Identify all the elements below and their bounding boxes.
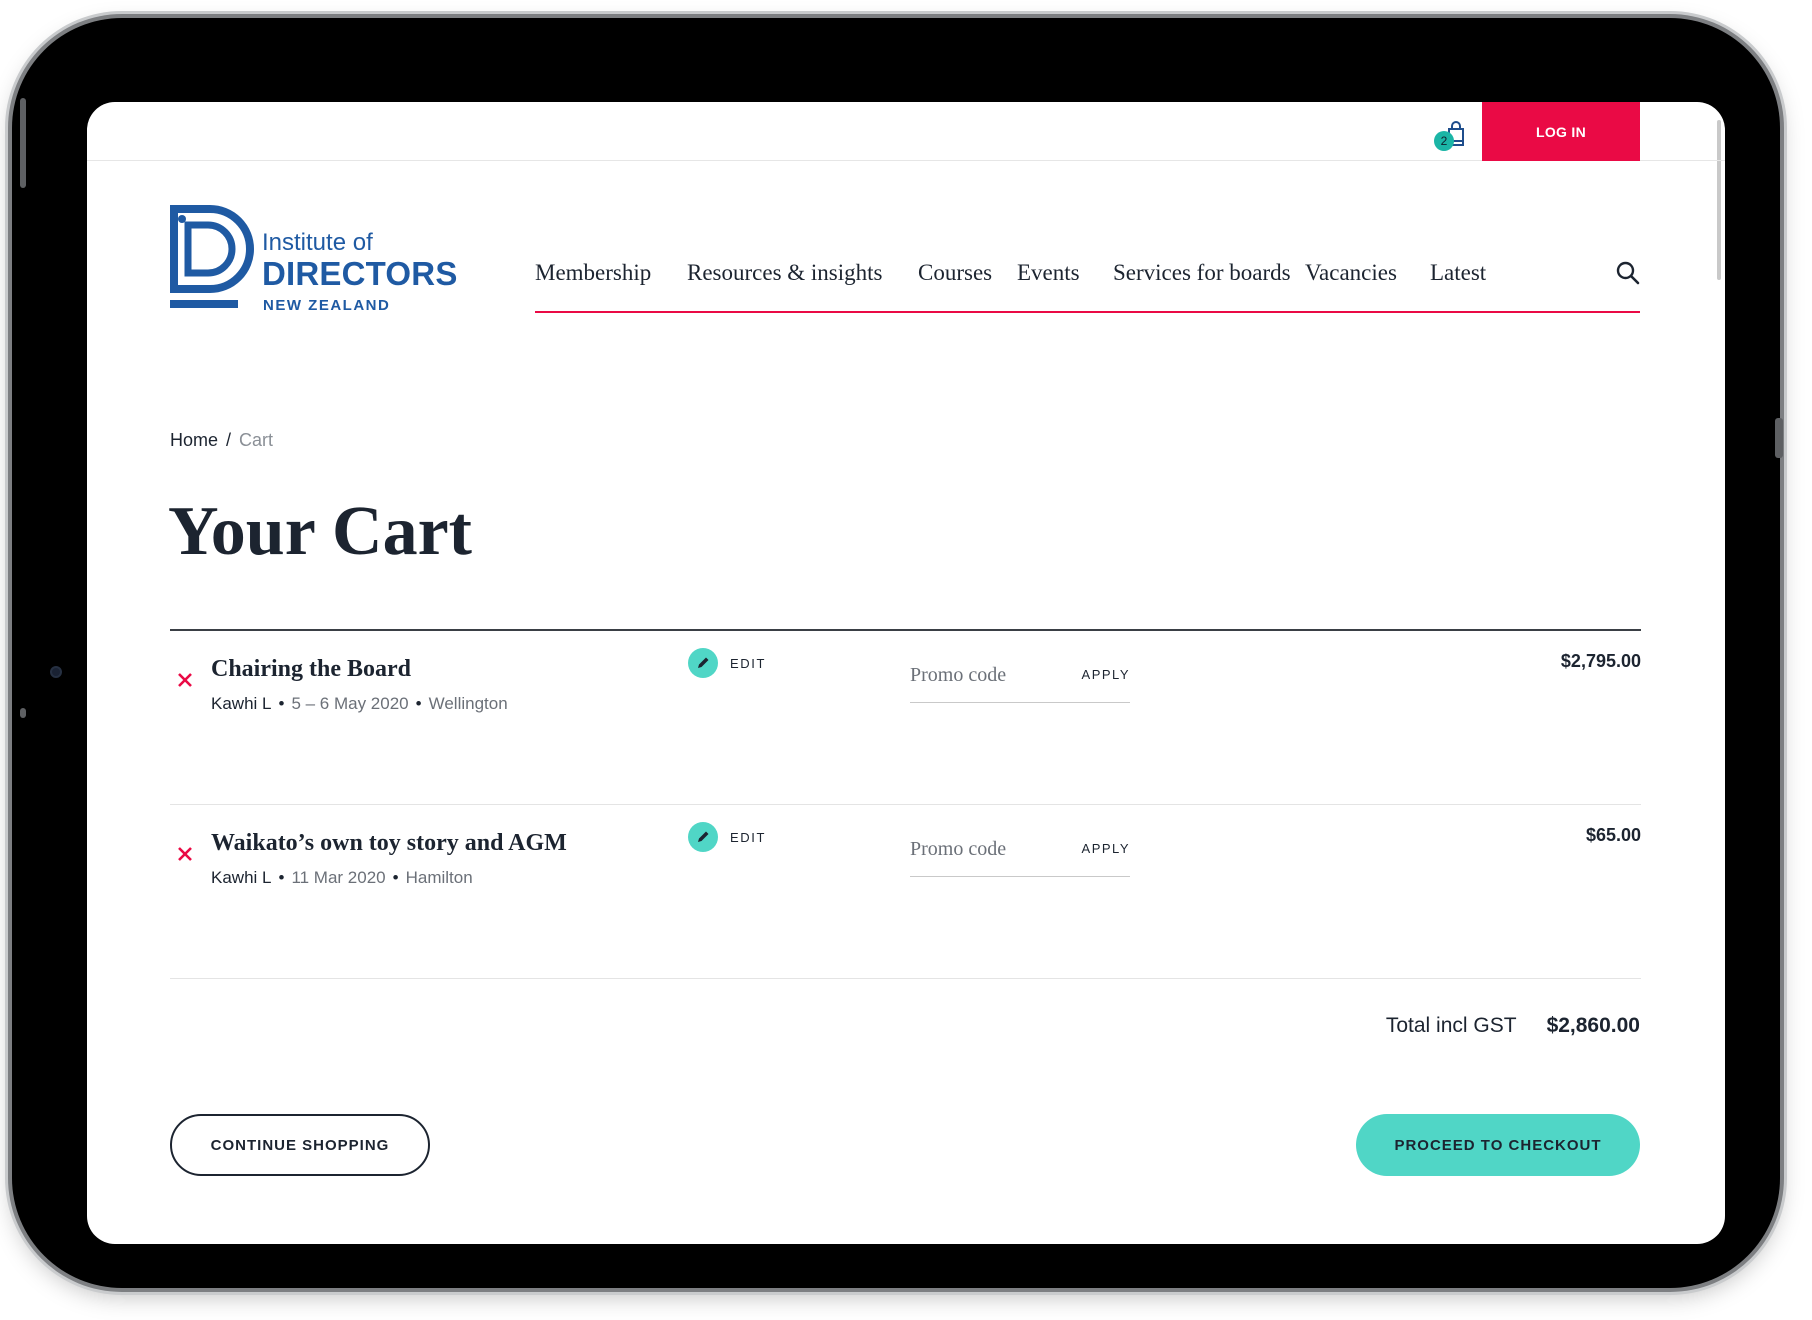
edit-button[interactable]: EDIT (688, 821, 766, 853)
cart-item-meta: Kawhi L • 11 Mar 2020 • Hamilton (211, 868, 473, 888)
cart-item-location: Wellington (428, 694, 508, 713)
breadcrumb-separator: / (226, 430, 232, 450)
promo-code-input[interactable] (910, 829, 1060, 869)
cart-item-title[interactable]: Chairing the Board (211, 656, 411, 683)
directors-logo-mark (170, 205, 254, 308)
cart-item-meta: Kawhi L • 5 – 6 May 2020 • Wellington (211, 694, 508, 714)
breadcrumb: Home / Cart (170, 430, 273, 451)
pencil-icon (688, 648, 718, 678)
login-button[interactable]: LOG IN (1482, 102, 1640, 161)
cart-item-price: $65.00 (1585, 825, 1641, 845)
meta-separator-dot: • (278, 868, 285, 887)
meta-separator-dot: • (415, 694, 422, 713)
proceed-to-checkout-button[interactable]: PROCEED TO CHECKOUT (1356, 1114, 1640, 1176)
main-nav: Membership Resources & insights Courses … (535, 260, 1640, 313)
nav-item-events[interactable]: Events (1017, 260, 1080, 286)
screen: 2 LOG IN Institute of DIRECTORS NEW ZEAL… (87, 102, 1725, 1244)
cart-item-attendee: Kawhi L (211, 694, 272, 713)
page-title: Your Cart (168, 493, 472, 570)
close-icon[interactable] (176, 845, 194, 863)
promo-code-field: APPLY (910, 655, 1130, 703)
utility-bar: 2 LOG IN (87, 102, 1725, 161)
promo-code-field: APPLY (910, 829, 1130, 877)
cart-item-date: 11 Mar 2020 (291, 868, 386, 887)
site-logo[interactable]: Institute of DIRECTORS NEW ZEALAND (170, 205, 460, 315)
cart-item-attendee: Kawhi L (211, 868, 272, 887)
total-label: Total incl GST (1385, 1014, 1517, 1037)
nav-item-latest[interactable]: Latest (1430, 260, 1486, 286)
cart-item: Waikato’s own toy story and AGM Kawhi L •… (170, 805, 1641, 979)
nav-item-services-for-boards[interactable]: Services for boards (1113, 260, 1291, 286)
cart-item-location: Hamilton (405, 868, 473, 887)
promo-code-input[interactable] (910, 655, 1060, 695)
logo-text-line1: Institute of (262, 229, 373, 256)
edit-label: EDIT (730, 829, 767, 845)
apply-promo-button[interactable]: APPLY (1082, 841, 1130, 856)
breadcrumb-current: Cart (239, 430, 274, 450)
continue-shopping-button[interactable]: CONTINUE SHOPPING (170, 1114, 430, 1176)
logo-text-line2: DIRECTORS (262, 255, 458, 292)
cart-item-title[interactable]: Waikato’s own toy story and AGM (211, 830, 567, 857)
pencil-icon (688, 822, 718, 852)
meta-separator-dot: • (278, 694, 285, 713)
meta-separator-dot: • (392, 868, 399, 887)
edit-label: EDIT (730, 655, 767, 671)
device-button-left-2 (20, 708, 26, 718)
cart-count-badge: 2 (1434, 131, 1454, 151)
tablet-frame: 2 LOG IN Institute of DIRECTORS NEW ZEAL… (12, 18, 1783, 1288)
device-button-left-1 (20, 98, 26, 188)
nav-item-vacancies[interactable]: Vacancies (1305, 260, 1397, 286)
nav-item-courses[interactable]: Courses (918, 260, 992, 286)
close-icon[interactable] (176, 671, 194, 689)
nav-item-membership[interactable]: Membership (535, 260, 651, 286)
nav-item-resources-insights[interactable]: Resources & insights (687, 260, 883, 286)
device-button-side (1775, 418, 1783, 458)
cart-button[interactable]: 2 (1434, 120, 1468, 154)
cart-item-price: $2,795.00 (1560, 651, 1641, 671)
breadcrumb-home[interactable]: Home (170, 430, 218, 450)
apply-promo-button[interactable]: APPLY (1082, 667, 1130, 682)
search-icon[interactable] (1615, 260, 1641, 286)
logo-text-line3: NEW ZEALAND (263, 297, 391, 314)
cart-item: Chairing the Board Kawhi L • 5 – 6 May 202… (170, 631, 1641, 805)
front-camera (50, 666, 62, 678)
total-value: $2,860.00 (1546, 1014, 1640, 1037)
cart-total: Total incl GST $2,860.00 (1386, 1014, 1640, 1038)
cart-item-date: 5 – 6 May 2020 (291, 694, 409, 713)
edit-button[interactable]: EDIT (688, 647, 766, 679)
